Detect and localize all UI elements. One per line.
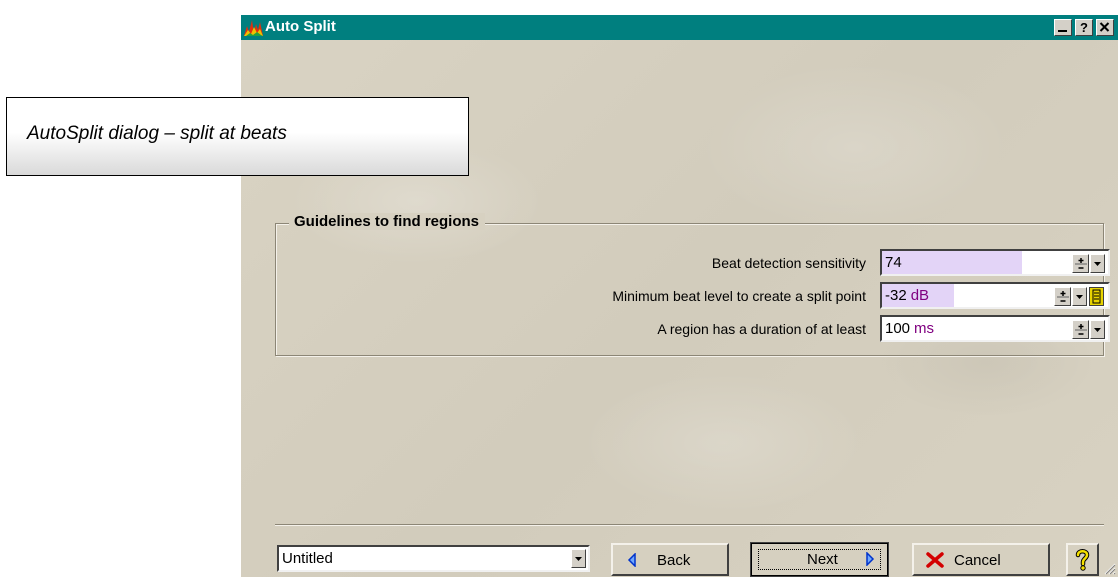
min-beat-level-value: -32 dB bbox=[885, 287, 930, 304]
waveform-app-icon bbox=[244, 20, 263, 36]
annotation-callout: AutoSplit dialog – split at beats bbox=[6, 97, 469, 176]
preset-dropdown-button[interactable] bbox=[571, 549, 586, 568]
back-button[interactable]: Back bbox=[611, 543, 729, 576]
spin-icon bbox=[1075, 258, 1087, 269]
spin-icon bbox=[1075, 324, 1087, 335]
triangle-left-icon bbox=[627, 553, 636, 567]
min-beat-level-label: Minimum beat level to create a split poi… bbox=[612, 288, 866, 304]
help-button[interactable]: ? bbox=[1066, 543, 1099, 576]
chevron-down-icon bbox=[1094, 328, 1101, 332]
help-title-button[interactable]: ? bbox=[1075, 19, 1093, 36]
cancel-label: Cancel bbox=[954, 552, 1001, 569]
guidelines-group: Beat detection sensitivity 74 Minimum be… bbox=[275, 223, 1110, 356]
preset-value: Untitled bbox=[282, 550, 333, 567]
callout-text: AutoSplit dialog – split at beats bbox=[27, 123, 287, 144]
yellow-question-icon bbox=[1075, 549, 1090, 571]
min-beat-level-dropdown-button[interactable] bbox=[1072, 287, 1087, 306]
sensitivity-dropdown-button[interactable] bbox=[1090, 254, 1105, 273]
triangle-right-icon bbox=[866, 552, 875, 566]
close-icon bbox=[1099, 22, 1110, 32]
red-x-icon bbox=[926, 552, 944, 568]
region-duration-value: 100 ms bbox=[885, 320, 935, 337]
footer-divider bbox=[275, 524, 1104, 526]
chevron-down-icon bbox=[1094, 262, 1101, 266]
region-duration-dropdown-button[interactable] bbox=[1090, 320, 1105, 339]
chevron-down-icon bbox=[575, 557, 582, 561]
region-duration-spin-button[interactable] bbox=[1072, 320, 1089, 339]
next-button[interactable]: Next bbox=[750, 542, 889, 577]
minimize-button[interactable] bbox=[1054, 19, 1072, 36]
preset-combobox[interactable]: Untitled bbox=[277, 545, 590, 572]
level-meter-icon[interactable] bbox=[1089, 287, 1104, 306]
resize-grip-icon[interactable] bbox=[1102, 561, 1116, 575]
help-title-label: ? bbox=[1080, 20, 1088, 35]
spin-icon bbox=[1057, 291, 1069, 302]
region-duration-field[interactable]: 100 ms bbox=[880, 315, 1110, 342]
title-bar[interactable]: Auto Split ? bbox=[241, 15, 1118, 40]
group-title: Guidelines to find regions bbox=[289, 213, 486, 230]
chevron-down-icon bbox=[1076, 295, 1083, 299]
close-button[interactable] bbox=[1096, 19, 1114, 36]
sensitivity-label: Beat detection sensitivity bbox=[711, 255, 866, 271]
window-title: Auto Split bbox=[265, 18, 336, 35]
sensitivity-spin-button[interactable] bbox=[1072, 254, 1089, 273]
cancel-button[interactable]: Cancel bbox=[912, 543, 1050, 576]
min-beat-level-spin-button[interactable] bbox=[1054, 287, 1071, 306]
region-duration-label: A region has a duration of at least bbox=[657, 321, 866, 337]
sensitivity-field[interactable]: 74 bbox=[880, 249, 1110, 276]
back-label: Back bbox=[657, 552, 691, 569]
min-beat-level-field[interactable]: -32 dB bbox=[880, 282, 1110, 309]
minimize-icon bbox=[1058, 30, 1067, 32]
sensitivity-value: 74 bbox=[885, 254, 902, 271]
next-label: Next bbox=[807, 551, 838, 568]
